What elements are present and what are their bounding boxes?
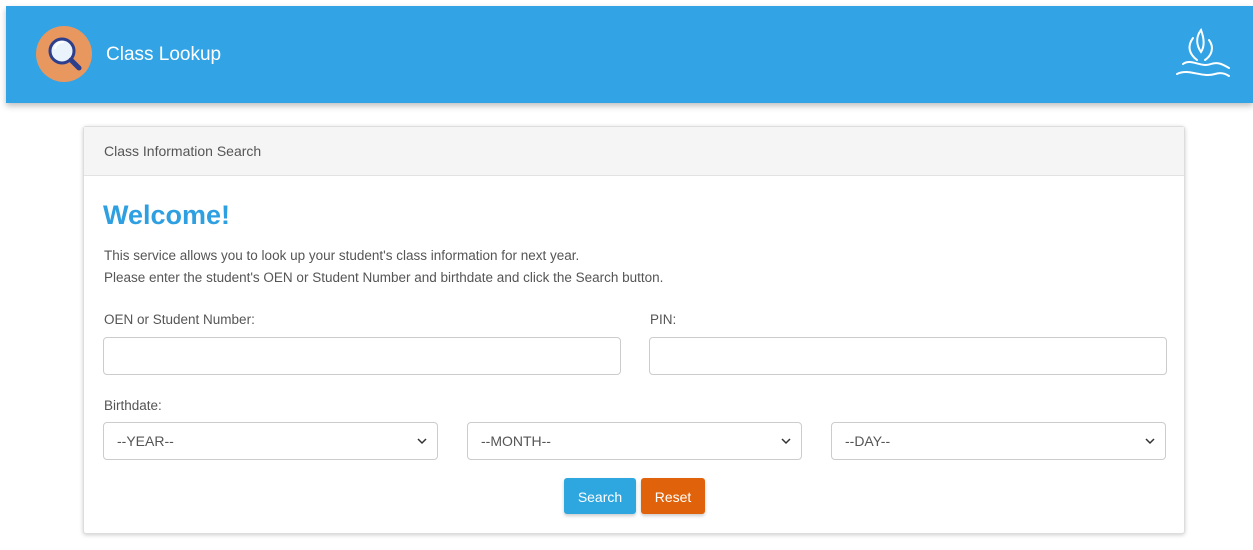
month-select[interactable]: --MONTH--	[467, 422, 802, 460]
magnifier-icon	[48, 37, 82, 71]
pin-label: PIN:	[650, 312, 677, 327]
reset-button[interactable]: Reset	[641, 478, 705, 514]
intro-text: This service allows you to look up your …	[104, 245, 663, 289]
intro-line-1: This service allows you to look up your …	[104, 248, 580, 263]
oen-label: OEN or Student Number:	[104, 312, 255, 327]
day-select-value: --DAY--	[845, 433, 891, 449]
oen-input[interactable]	[103, 337, 621, 375]
chevron-down-icon	[781, 438, 791, 445]
app-title: Class Lookup	[106, 44, 222, 65]
month-select-value: --MONTH--	[481, 433, 551, 449]
flame-swirl-icon	[1176, 27, 1230, 77]
year-select-value: --YEAR--	[117, 433, 174, 449]
chevron-down-icon	[1145, 438, 1155, 445]
logo	[36, 26, 92, 82]
chevron-down-icon	[417, 438, 427, 445]
search-button[interactable]: Search	[564, 478, 636, 514]
birthdate-label: Birthdate:	[104, 398, 162, 413]
top-bar: Class Lookup	[6, 6, 1253, 103]
pin-input[interactable]	[649, 337, 1167, 375]
day-select[interactable]: --DAY--	[831, 422, 1166, 460]
intro-line-2: Please enter the student's OEN or Studen…	[104, 270, 664, 285]
search-card: Class Information Search Welcome! This s…	[83, 126, 1185, 534]
year-select[interactable]: --YEAR--	[103, 422, 438, 460]
welcome-heading: Welcome!	[103, 200, 231, 230]
card-header: Class Information Search	[84, 127, 1184, 176]
